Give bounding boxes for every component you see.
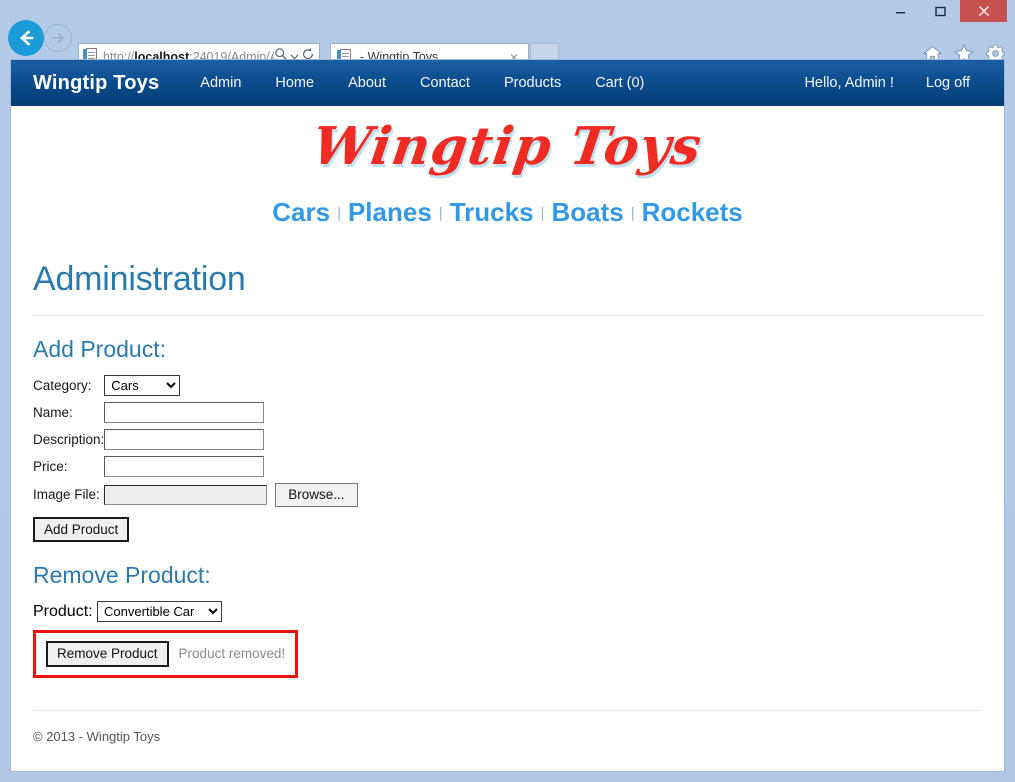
category-link-planes[interactable]: Planes (346, 197, 434, 227)
nav-link-cart[interactable]: Cart (0) (578, 75, 661, 91)
add-product-button[interactable]: Add Product (33, 516, 130, 543)
price-input[interactable] (104, 456, 265, 477)
browser-nav-row: http://localhost:24019/Admin/A - Wingtip… (0, 18, 1015, 70)
status-message: Product removed! (178, 646, 286, 662)
form-row-price: Price: (33, 456, 358, 483)
category-link-boats[interactable]: Boats (549, 197, 625, 227)
site-navbar: Wingtip Toys Admin Home About Contact Pr… (11, 60, 1004, 106)
category-select[interactable]: Cars (104, 375, 181, 396)
logoff-link[interactable]: Log off (910, 75, 986, 91)
image-file-input[interactable] (104, 484, 268, 505)
description-label: Description: (33, 432, 105, 447)
nav-link-contact[interactable]: Contact (403, 75, 487, 91)
user-greeting[interactable]: Hello, Admin ! (788, 75, 909, 91)
product-label: Product: (33, 603, 93, 621)
page-content: Administration Add Product: Category: Ca… (11, 260, 1004, 744)
nav-link-products[interactable]: Products (487, 75, 578, 91)
add-product-button-wrapper: Add Product (33, 516, 982, 543)
price-label: Price: (33, 459, 68, 474)
site-nav-links: Admin Home About Contact Products Cart (… (183, 75, 661, 91)
remove-product-highlight: Remove Product Product removed! (33, 630, 299, 678)
maximize-icon (934, 6, 946, 16)
product-select[interactable]: Convertible Car (97, 601, 223, 623)
category-label: Category: (33, 378, 92, 393)
category-link-rockets[interactable]: Rockets (640, 197, 745, 227)
category-separator: | (540, 205, 545, 222)
remove-product-button[interactable]: Remove Product (46, 641, 169, 667)
nav-link-home[interactable]: Home (258, 75, 331, 91)
site-brand[interactable]: Wingtip Toys (33, 72, 159, 95)
image-file-label: Image File: (33, 487, 100, 503)
site-nav-user-area: Hello, Admin ! Log off (788, 75, 986, 91)
name-input[interactable] (104, 402, 265, 423)
form-row-description: Description: (33, 429, 358, 456)
arrow-left-icon (20, 30, 34, 46)
back-button[interactable] (8, 20, 44, 56)
category-link-trucks[interactable]: Trucks (448, 197, 536, 227)
nav-link-about[interactable]: About (331, 75, 403, 91)
title-divider (33, 315, 982, 316)
page-title: Administration (33, 260, 246, 298)
remove-product-row: Product: Convertible Car (33, 601, 982, 623)
form-row-name: Name: (33, 402, 358, 429)
category-links: Cars | Planes | Trucks | Boats | Rockets (11, 179, 1004, 234)
file-input-row: Browse... (104, 483, 358, 507)
form-row-image: Image File: Browse... (33, 483, 358, 513)
browse-button[interactable]: Browse... (275, 483, 358, 507)
category-separator: | (630, 205, 635, 222)
form-row-category: Category: Cars (33, 375, 358, 402)
site-footer: © 2013 - Wingtip Toys (33, 728, 161, 744)
add-product-heading: Add Product: (33, 336, 166, 362)
add-product-form: Category: Cars Name: Description: Price:… (33, 375, 358, 513)
category-separator: | (438, 205, 443, 222)
name-label: Name: (33, 405, 73, 420)
category-link-cars[interactable]: Cars (270, 197, 332, 227)
forward-button[interactable] (44, 24, 72, 52)
minimize-icon (895, 11, 905, 13)
site-logo: Wingtip Toys (308, 116, 707, 177)
remove-product-heading: Remove Product: (33, 562, 211, 589)
browser-window: http://localhost:24019/Admin/A - Wingtip… (0, 0, 1015, 782)
nav-link-admin[interactable]: Admin (183, 75, 258, 91)
page-viewport: Wingtip Toys Admin Home About Contact Pr… (10, 59, 1005, 772)
description-input[interactable] (104, 429, 265, 450)
close-icon (978, 6, 989, 16)
site-logo-wrapper: Wingtip Toys (11, 106, 1004, 179)
arrow-right-icon (53, 32, 65, 44)
category-separator: | (337, 205, 341, 222)
